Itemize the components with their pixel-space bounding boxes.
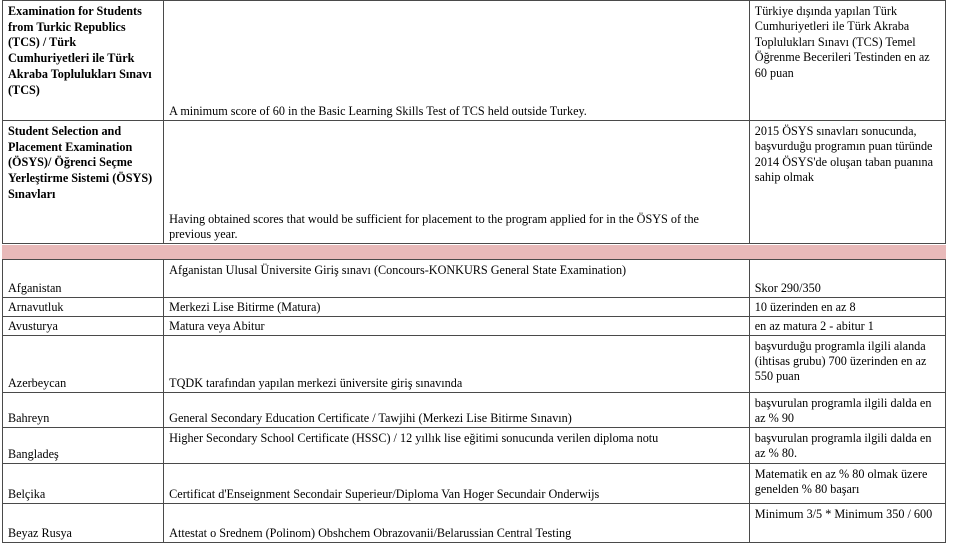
requirement-en-tcs: A minimum score of 60 in the Basic Learn…	[163, 0, 750, 121]
score-requirement: en az matura 2 - abitur 1	[748, 316, 947, 336]
exam-requirements-table: Examination for Students from Turkic Rep…	[1, 0, 947, 244]
country-name: Afganistan	[1, 259, 165, 298]
score-requirement: Minimum 3/5 * Minimum 350 / 600	[748, 502, 947, 543]
table-row: Arnavutluk Merkezi Lise Bitirme (Matura)…	[1, 297, 947, 317]
score-requirement: 10 üzerinden en az 8	[748, 297, 947, 317]
country-name: Azerbeycan	[1, 335, 165, 393]
country-name: Bangladeş	[1, 427, 165, 464]
requirement-tr-tcs: Türkiye dışında yapılan Türk Cumhuriyetl…	[748, 0, 947, 121]
table-row: Bangladeş Higher Secondary School Certif…	[1, 427, 947, 464]
exam-name-osys: Student Selection and Placement Examinat…	[1, 120, 165, 244]
country-name: Bahreyn	[1, 391, 165, 429]
table-row: Belçika Certificat d'Enseignment Seconda…	[1, 462, 947, 504]
country-name: Belçika	[1, 462, 165, 504]
exam-description: Attestat o Srednem (Polinom) Obshchem Ob…	[163, 502, 750, 543]
table-row: Afganistan Afganistan Ulusal Üniversite …	[1, 259, 947, 298]
requirement-en-osys: Having obtained scores that would be suf…	[163, 120, 750, 244]
exam-description: Certificat d'Enseignment Secondair Super…	[163, 462, 750, 504]
table-row: Azerbeycan TQDK tarafından yapılan merke…	[1, 335, 947, 393]
table-row: Student Selection and Placement Examinat…	[1, 120, 947, 244]
table-row: Bahreyn General Secondary Education Cert…	[1, 391, 947, 429]
table-row: Avusturya Matura veya Abitur en az matur…	[1, 316, 947, 336]
exam-description: General Secondary Education Certificate …	[163, 391, 750, 429]
exam-description: Higher Secondary School Certificate (HSS…	[163, 427, 750, 464]
table-row: Examination for Students from Turkic Rep…	[1, 0, 947, 121]
score-requirement: başvurulan programla ilgili dalda en az …	[748, 427, 947, 464]
document-page: Examination for Students from Turkic Rep…	[0, 0, 960, 558]
table-row: Beyaz Rusya Attestat o Srednem (Polinom)…	[1, 502, 947, 543]
country-name: Beyaz Rusya	[1, 502, 165, 543]
score-requirement: Skor 290/350	[748, 259, 947, 298]
country-name: Arnavutluk	[1, 297, 165, 317]
score-requirement: Matematik en az % 80 olmak üzere genelde…	[748, 462, 947, 504]
exam-description: Afganistan Ulusal Üniversite Giriş sınav…	[163, 259, 750, 298]
exam-name-tcs: Examination for Students from Turkic Rep…	[1, 0, 165, 121]
section-separator-band	[2, 245, 946, 259]
requirement-tr-osys: 2015 ÖSYS sınavları sonucunda, başvurduğ…	[748, 120, 947, 244]
score-requirement: başvurulan programla ilgili dalda en az …	[748, 391, 947, 429]
score-requirement: başvurduğu programla ilgili alanda (ihti…	[748, 335, 947, 393]
country-name: Avusturya	[1, 316, 165, 336]
exam-description: Matura veya Abitur	[163, 316, 750, 336]
exam-description: Merkezi Lise Bitirme (Matura)	[163, 297, 750, 317]
country-equivalency-table: Afganistan Afganistan Ulusal Üniversite …	[1, 259, 947, 543]
exam-description: TQDK tarafından yapılan merkezi üniversi…	[163, 335, 750, 393]
